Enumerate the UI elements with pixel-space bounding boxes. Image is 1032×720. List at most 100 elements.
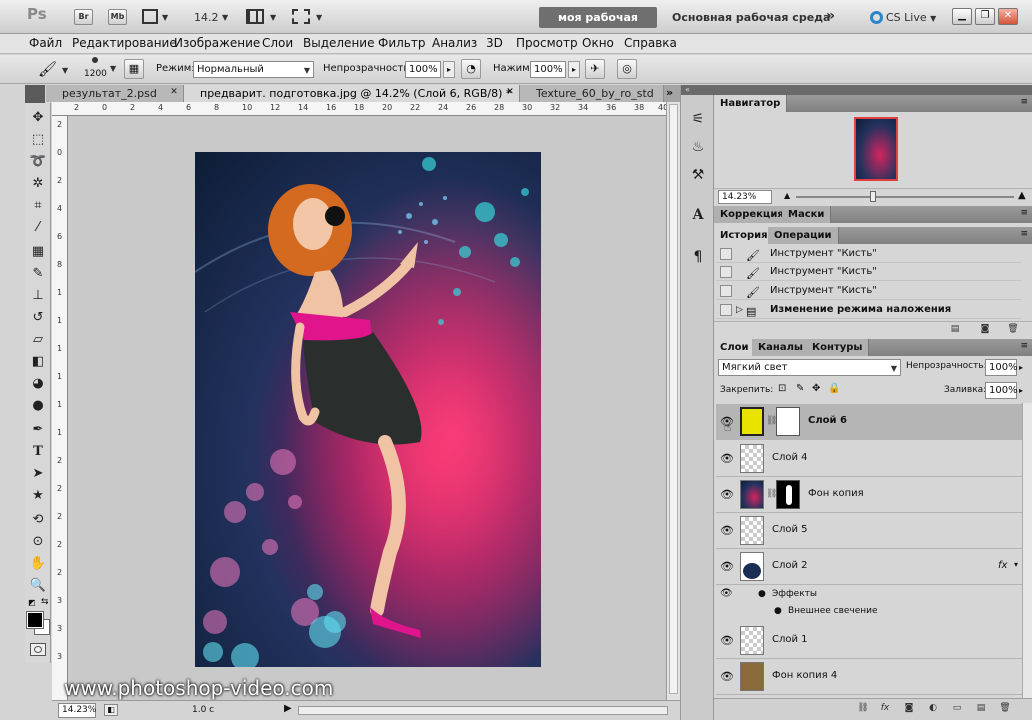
- fill-input[interactable]: 100%: [985, 382, 1018, 399]
- 3d-rotate-tool-icon[interactable]: ⟲: [29, 511, 47, 529]
- layer-row[interactable]: 👁 Слой 1: [716, 623, 1022, 659]
- trash-icon[interactable]: 🗑: [998, 702, 1012, 715]
- paragraph-panel-icon[interactable]: ¶: [688, 247, 708, 267]
- history-item-current[interactable]: ▷ ▤ Изменение режима наложения: [716, 301, 1021, 319]
- quick-select-tool-icon[interactable]: ✲: [29, 175, 47, 193]
- workspace-basic-button[interactable]: Основная рабочая среда: [672, 11, 830, 24]
- screen-mode-icon[interactable]: [292, 9, 310, 24]
- dodge-tool-icon[interactable]: ◕: [29, 375, 47, 393]
- tab-paths[interactable]: Контуры: [806, 339, 870, 356]
- crop-tool-icon[interactable]: ⌗: [29, 197, 47, 215]
- gradient-tool-icon[interactable]: ◧: [29, 353, 47, 371]
- swap-colors-icon[interactable]: ⇆: [41, 597, 49, 607]
- layer-mask-thumbnail[interactable]: [776, 480, 800, 509]
- layer-row[interactable]: 👁 Слой 2 fx ▾: [716, 549, 1022, 585]
- tool-presets-icon[interactable]: ⚒: [688, 165, 708, 185]
- workspace-more-button[interactable]: »: [826, 8, 835, 24]
- lock-transparency-icon[interactable]: ⊡: [778, 383, 786, 394]
- hand-tool-icon[interactable]: ✋: [29, 555, 47, 573]
- menu-select[interactable]: Выделение: [303, 36, 374, 50]
- add-layer-style-icon[interactable]: fx: [878, 702, 892, 715]
- eraser-tool-icon[interactable]: ▱: [29, 331, 47, 349]
- arrange-documents-icon[interactable]: [246, 9, 264, 24]
- navigator-zoom-input[interactable]: 14.23%: [718, 190, 772, 204]
- view-extras-icon[interactable]: [142, 9, 158, 24]
- panel-menu-icon[interactable]: ≡: [1020, 97, 1028, 107]
- toolbox-header[interactable]: [25, 85, 45, 103]
- brush-size[interactable]: 1200: [84, 69, 107, 79]
- navigator-thumbnail[interactable]: [854, 117, 898, 181]
- tab-history[interactable]: История: [714, 227, 775, 244]
- chevron-down-icon[interactable]: ▼: [162, 13, 168, 22]
- menu-analysis[interactable]: Анализ: [432, 36, 477, 50]
- navigator-preview[interactable]: [714, 112, 1032, 194]
- history-item[interactable]: 🖌 Инструмент "Кисть": [716, 245, 1021, 263]
- expand-effects-icon[interactable]: ▾: [1014, 560, 1018, 569]
- 3d-orbit-tool-icon[interactable]: ⊙: [29, 533, 47, 551]
- history-source-checkbox[interactable]: [720, 285, 732, 297]
- close-icon[interactable]: ✕: [169, 88, 179, 98]
- mode-select[interactable]: Нормальный ▼: [193, 61, 314, 78]
- lasso-tool-icon[interactable]: ➰: [29, 153, 47, 171]
- menu-layers[interactable]: Слои: [262, 36, 293, 50]
- canvas-vertical-scrollbar[interactable]: [666, 102, 680, 700]
- workspace-active-button[interactable]: моя рабочая среда: [539, 7, 657, 45]
- menu-help[interactable]: Справка: [624, 36, 677, 50]
- foreground-color-swatch[interactable]: [26, 611, 44, 629]
- panel-group-header[interactable]: [714, 85, 1032, 95]
- new-snapshot-icon[interactable]: ◙: [978, 323, 992, 336]
- horizontal-scrollbar[interactable]: [298, 706, 668, 715]
- more-tabs-icon[interactable]: »: [666, 86, 673, 99]
- flow-slider-button[interactable]: ▸: [568, 61, 580, 78]
- history-source-checkbox[interactable]: [720, 266, 732, 278]
- status-info-icon[interactable]: ◧: [104, 704, 118, 716]
- lock-all-icon[interactable]: 🔒: [828, 383, 840, 394]
- eyedropper-tool-icon[interactable]: ⁄: [29, 219, 47, 237]
- chevron-down-icon[interactable]: ▼: [110, 64, 116, 73]
- zoom-tool-icon[interactable]: 🔍: [29, 577, 47, 595]
- eye-icon[interactable]: 👁: [720, 586, 733, 602]
- lock-pixels-icon[interactable]: ✎: [796, 383, 804, 394]
- panel-menu-icon[interactable]: ≡: [1020, 208, 1028, 218]
- clone-stamp-tool-icon[interactable]: ⊥: [29, 287, 47, 305]
- menu-edit[interactable]: Редактирование: [72, 36, 177, 50]
- effects-eye-icon[interactable]: ●: [758, 586, 766, 602]
- type-tool-icon[interactable]: T: [29, 443, 47, 461]
- zoom-out-icon[interactable]: ▲: [784, 191, 790, 200]
- bridge-button[interactable]: Br: [74, 9, 93, 25]
- eye-icon[interactable]: 👁: [720, 452, 734, 466]
- opacity-slider-button[interactable]: ▸: [443, 61, 455, 78]
- eye-icon[interactable]: 👁: [720, 634, 734, 648]
- eye-icon[interactable]: 👁: [720, 488, 734, 502]
- pressure-size-icon[interactable]: ◎: [617, 59, 637, 79]
- tab-channels[interactable]: Каналы: [752, 339, 810, 356]
- pressure-opacity-icon[interactable]: ◔: [461, 59, 481, 79]
- maximize-button[interactable]: ❐: [975, 8, 995, 25]
- blend-mode-select[interactable]: Мягкий свет ▼: [718, 359, 901, 376]
- brush-preview-icon[interactable]: [92, 57, 98, 63]
- pen-tool-icon[interactable]: ✒: [29, 421, 47, 439]
- flow-input[interactable]: 100%: [530, 61, 566, 78]
- opacity-input[interactable]: 100%: [405, 61, 441, 78]
- effect-item-outer-glow[interactable]: ● Внешнее свечение: [716, 603, 1022, 619]
- layer-opacity-input[interactable]: 100%: [985, 359, 1018, 376]
- zoom-in-icon[interactable]: ▲: [1018, 190, 1026, 201]
- eye-icon[interactable]: 👁: [720, 560, 734, 574]
- trash-icon[interactable]: 🗑: [1006, 323, 1020, 336]
- close-button[interactable]: ✕: [998, 8, 1018, 25]
- layer-mask-thumbnail[interactable]: [776, 407, 800, 436]
- eye-icon[interactable]: 👁: [720, 670, 734, 684]
- history-source-checkbox[interactable]: [720, 248, 732, 260]
- new-group-icon[interactable]: ▭: [950, 702, 964, 715]
- history-item[interactable]: 🖌 Инструмент "Кисть": [716, 263, 1021, 281]
- panel-menu-icon[interactable]: ≡: [1020, 229, 1028, 239]
- brush-panel-toggle-icon[interactable]: ▦: [124, 59, 144, 79]
- brush-tool-icon[interactable]: ✎: [29, 265, 47, 283]
- layer-row[interactable]: 👁 ⛓ Слой 6 ☝: [716, 404, 1022, 440]
- fill-slider-button[interactable]: ▸: [1019, 382, 1029, 399]
- character-panel-icon[interactable]: A: [688, 205, 708, 225]
- chevron-down-icon[interactable]: ▼: [270, 13, 276, 22]
- brush-presets-icon[interactable]: ⚟: [688, 109, 708, 129]
- default-colors-icon[interactable]: ◩: [28, 598, 36, 607]
- mini-bridge-button[interactable]: Mb: [108, 9, 127, 25]
